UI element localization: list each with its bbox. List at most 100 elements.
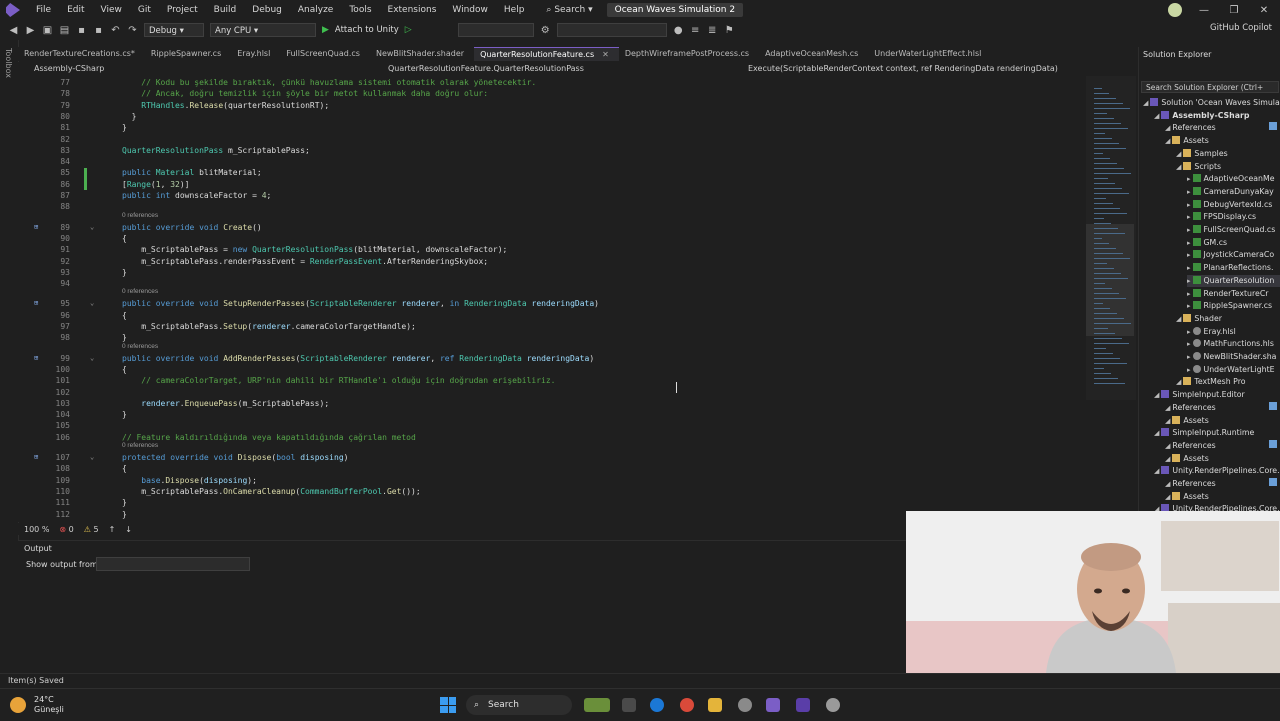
- avatar[interactable]: [1168, 3, 1182, 17]
- menu-view[interactable]: View: [93, 5, 130, 15]
- code-line[interactable]: 109 base.Dispose(disposing);: [18, 475, 1078, 486]
- code-line[interactable]: 106 // Feature kaldırıldığında veya kapat…: [18, 432, 1078, 443]
- expand-arrow-icon[interactable]: ◢: [1165, 404, 1170, 412]
- expand-arrow-icon[interactable]: ▸: [1187, 290, 1191, 298]
- fold-chevron-icon[interactable]: ⌄: [90, 298, 94, 309]
- expand-arrow-icon[interactable]: ◢: [1176, 378, 1181, 386]
- code-line[interactable]: 80 }: [18, 111, 1078, 122]
- visual-studio-taskbar-icon[interactable]: [766, 698, 780, 712]
- save-all-icon[interactable]: ▪: [93, 25, 104, 36]
- open-icon[interactable]: ▤: [59, 25, 70, 36]
- code-line[interactable]: 89 ⊞ ⌄ public override void Create(): [18, 222, 1078, 233]
- code-line[interactable]: 96 {: [18, 310, 1078, 321]
- code-line[interactable]: 104}: [18, 409, 1078, 420]
- code-line[interactable]: 82: [18, 134, 1078, 145]
- undo-icon[interactable]: ↶: [110, 25, 121, 36]
- minimize-icon[interactable]: —: [1196, 5, 1212, 16]
- error-count[interactable]: ⊗ 0: [59, 525, 73, 534]
- expand-arrow-icon[interactable]: ◢: [1165, 480, 1170, 488]
- override-glyph-icon[interactable]: ⊞: [34, 452, 38, 463]
- warning-count[interactable]: ⚠ 5: [84, 525, 99, 534]
- code-line[interactable]: 108 {: [18, 463, 1078, 474]
- expand-arrow-icon[interactable]: ▸: [1187, 366, 1191, 374]
- expand-arrow-icon[interactable]: ▸: [1187, 251, 1191, 259]
- solution-tree-item[interactable]: ◢ TextMesh Pro: [1176, 376, 1280, 388]
- solution-tree-item[interactable]: ◢ References: [1165, 401, 1280, 414]
- solution-tree-item[interactable]: ◢ Assets: [1165, 491, 1280, 503]
- search-button[interactable]: ⌕ Search ▾: [546, 5, 592, 15]
- expand-arrow-icon[interactable]: ◢: [1165, 493, 1170, 501]
- expand-arrow-icon[interactable]: ▸: [1187, 188, 1191, 196]
- settings-icon[interactable]: [826, 698, 840, 712]
- output-source-select[interactable]: [96, 557, 250, 571]
- unity-hub-icon[interactable]: [738, 698, 752, 712]
- play-icon[interactable]: ▶: [322, 25, 329, 35]
- solution-tree-item[interactable]: ◢ References: [1165, 478, 1280, 490]
- project-dropdown[interactable]: Assembly-CSharp: [34, 64, 104, 73]
- expand-arrow-icon[interactable]: ▸: [1187, 239, 1191, 247]
- fold-chevron-icon[interactable]: ⌄: [90, 222, 94, 233]
- expand-arrow-icon[interactable]: ▸: [1187, 264, 1191, 272]
- tab-quarter-resolution-feature[interactable]: QuarterResolutionFeature.cs ✕: [474, 47, 619, 61]
- menu-analyze[interactable]: Analyze: [290, 5, 341, 15]
- menu-project[interactable]: Project: [159, 5, 206, 15]
- expand-arrow-icon[interactable]: ▸: [1187, 277, 1191, 285]
- code-line[interactable]: 99 ⊞ ⌄ public override void AddRenderPasses…: [18, 353, 1078, 364]
- edge-icon[interactable]: [650, 698, 664, 712]
- code-line[interactable]: 79 RTHandles.Release(quarterResolutionRT…: [18, 100, 1078, 111]
- expand-arrow-icon[interactable]: ◢: [1165, 137, 1170, 145]
- expand-arrow-icon[interactable]: ◢: [1154, 467, 1159, 475]
- bookmark-icon[interactable]: ⚑: [724, 25, 735, 36]
- menu-debug[interactable]: Debug: [244, 5, 290, 15]
- expand-arrow-icon[interactable]: ▸: [1187, 340, 1191, 348]
- new-project-icon[interactable]: ▣: [42, 25, 53, 36]
- tab-fullscreen-quad[interactable]: FullScreenQuad.cs: [280, 47, 370, 61]
- solution-tree-item[interactable]: ▸ NewBlitShader.sha: [1187, 351, 1280, 363]
- code-line[interactable]: 105: [18, 420, 1078, 431]
- solution-tree-item[interactable]: ◢ Unity.RenderPipelines.Core.S: [1154, 465, 1280, 477]
- startup-item-select[interactable]: [457, 23, 534, 37]
- menu-build[interactable]: Build: [206, 5, 245, 15]
- attach-to-unity-button[interactable]: Attach to Unity: [335, 25, 399, 35]
- redo-icon[interactable]: ↷: [127, 25, 138, 36]
- toolbar-settings-icon[interactable]: ⚙: [540, 25, 551, 36]
- expand-arrow-icon[interactable]: ◢: [1165, 455, 1170, 463]
- menu-git[interactable]: Git: [130, 5, 159, 15]
- solution-tree-item[interactable]: ▸ QuarterResolution: [1187, 274, 1280, 287]
- expand-arrow-icon[interactable]: ◢: [1165, 442, 1170, 450]
- solution-tree-item[interactable]: ▸ RenderTextureCr: [1187, 288, 1280, 300]
- code-editor[interactable]: 77 // Kodu bu şekilde bıraktık, çünkü ha…: [18, 76, 1086, 522]
- code-line[interactable]: 78 // Ancak, doğru temizlik için şöyle b…: [18, 88, 1078, 99]
- code-line[interactable]: 98}: [18, 332, 1078, 343]
- tab-eray-hlsl[interactable]: Eray.hlsl: [231, 47, 280, 61]
- expand-arrow-icon[interactable]: ▸: [1187, 213, 1191, 221]
- minimap-viewport[interactable]: [1086, 224, 1134, 336]
- override-glyph-icon[interactable]: ⊞: [34, 222, 38, 233]
- menu-window[interactable]: Window: [444, 5, 496, 15]
- save-icon[interactable]: ▪: [76, 25, 87, 36]
- toolbox-label[interactable]: Toolbox: [4, 48, 13, 78]
- solution-tree-item[interactable]: ▸ MathFunctions.hls: [1187, 338, 1280, 350]
- code-line[interactable]: 111}: [18, 497, 1078, 508]
- breakpoint-icon[interactable]: ●: [673, 25, 684, 36]
- expand-arrow-icon[interactable]: ▸: [1187, 226, 1191, 234]
- code-line[interactable]: 93}: [18, 267, 1078, 278]
- solution-tree-item[interactable]: ◢ Shader: [1176, 313, 1280, 325]
- menu-edit[interactable]: Edit: [59, 5, 92, 15]
- code-lens-references[interactable]: 0 references: [122, 343, 158, 351]
- solution-tree-item[interactable]: ▸ RippleSpawner.cs: [1187, 300, 1280, 312]
- tab-underwater-light[interactable]: UnderWaterLightEffect.hlsl: [868, 47, 991, 61]
- solution-tree-item[interactable]: ◢ Samples: [1176, 148, 1280, 160]
- expand-arrow-icon[interactable]: ▸: [1187, 302, 1191, 310]
- comment-icon[interactable]: ≡: [690, 25, 701, 36]
- code-line[interactable]: 91 m_ScriptablePass = new QuarterResolut…: [18, 244, 1078, 255]
- visual-studio-active-icon[interactable]: [796, 698, 810, 712]
- solution-tree-item[interactable]: ▸ FPSDisplay.cs: [1187, 211, 1280, 223]
- configuration-select[interactable]: Debug ▾: [144, 23, 204, 37]
- expand-arrow-icon[interactable]: ◢: [1154, 391, 1159, 399]
- solution-tree-item[interactable]: ▸ PlanarReflections.: [1187, 262, 1280, 274]
- expand-arrow-icon[interactable]: ▸: [1187, 353, 1191, 361]
- code-line[interactable]: 95 ⊞ ⌄ public override void SetupRenderPass…: [18, 298, 1078, 309]
- solution-tree-item[interactable]: ◢ SimpleInput.Runtime: [1154, 427, 1280, 439]
- solution-tree-item[interactable]: ▸ UnderWaterLightE: [1187, 364, 1280, 376]
